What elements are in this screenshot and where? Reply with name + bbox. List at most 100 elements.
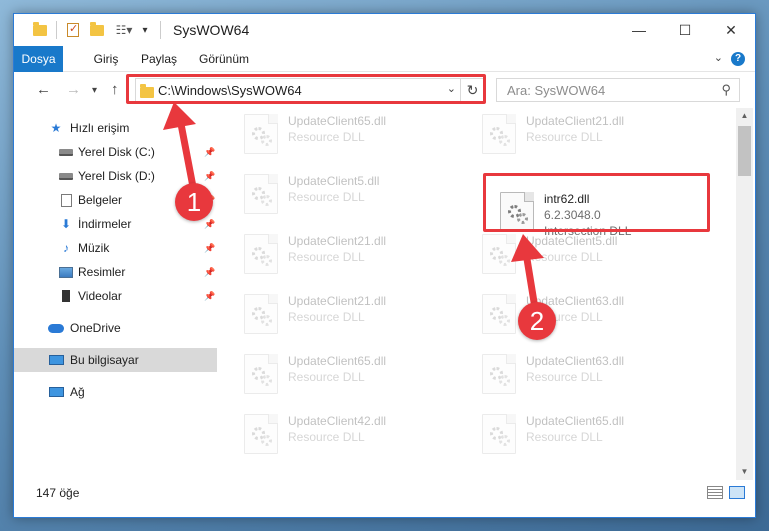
back-button[interactable]: ← — [36, 80, 51, 100]
file-item[interactable]: UpdateClient65.dll Resource DLL — [476, 408, 712, 464]
tab-gorunum[interactable]: Görünüm — [196, 46, 252, 72]
folder-icon[interactable] — [32, 21, 48, 38]
star-icon: ★ — [50, 121, 62, 135]
file-item[interactable]: UpdateClient65.dll Resource DLL — [238, 108, 474, 164]
sidebar-item-onedrive[interactable]: OneDrive — [14, 316, 217, 340]
pin-icon[interactable]: 📌 — [204, 219, 215, 230]
network-icon — [48, 385, 64, 399]
up-button[interactable]: ↑ — [111, 80, 119, 100]
sidebar-item-label: Müzik — [78, 241, 110, 255]
maximize-button[interactable]: ☐ — [662, 14, 708, 46]
dll-file-icon — [244, 234, 278, 274]
file-item[interactable]: UpdateClient5.dll Resource DLL — [238, 168, 474, 224]
pin-icon[interactable]: 📌 — [204, 147, 215, 158]
search-icon[interactable]: ⚲ — [721, 82, 731, 98]
sidebar-item-muzik[interactable]: ♪ Müzik 📌 — [14, 236, 217, 260]
file-item[interactable]: UpdateClient5.dll Resource DLL — [476, 228, 712, 284]
file-type: Resource DLL — [288, 370, 365, 384]
file-name: UpdateClient65.dll — [288, 354, 387, 368]
file-type: Resource DLL — [288, 130, 365, 144]
file-item[interactable]: UpdateClient21.dll Resource DLL — [238, 288, 474, 344]
file-item[interactable]: UpdateClient42.dll Resource DLL — [238, 408, 474, 464]
navigation-pane: ★ Hızlı erişim Yerel Disk (C:) 📌 Yerel D… — [14, 108, 217, 480]
close-button[interactable]: ✕ — [708, 14, 754, 46]
sidebar-item-resimler[interactable]: Resimler 📌 — [14, 260, 217, 284]
file-item[interactable]: UpdateClient63.dll Resource DLL — [476, 288, 712, 344]
pin-icon[interactable]: 📌 — [204, 267, 215, 278]
view-options-icon[interactable]: ☷▾ — [111, 22, 137, 38]
file-type: Resource DLL — [288, 310, 365, 324]
properties-icon[interactable] — [65, 22, 81, 38]
status-bar: 147 öğe — [14, 480, 755, 517]
window-title: SysWOW64 — [173, 22, 250, 38]
file-item[interactable]: UpdateClient21.dll Resource DLL — [238, 228, 474, 284]
recent-locations-button[interactable]: ▾ — [92, 81, 97, 101]
dll-file-icon — [244, 294, 278, 334]
videos-icon — [58, 289, 74, 303]
file-highlight-box — [483, 173, 710, 232]
callout-badge-1: 1 — [175, 183, 213, 221]
tab-dosya[interactable]: Dosya — [14, 46, 63, 72]
documents-icon — [58, 193, 74, 207]
sidebar-item-hizli-erisim[interactable]: ★ Hızlı erişim — [14, 116, 217, 140]
sidebar-item-bu-bilgisayar[interactable]: Bu bilgisayar — [14, 348, 217, 372]
ribbon-tabs: Dosya Giriş Paylaş Görünüm ⌄ ? — [14, 46, 755, 72]
toolbar-divider — [56, 21, 57, 39]
title-bar: ☷▾ ▾ SysWOW64 — ☐ ✕ — [14, 14, 755, 46]
dll-file-icon — [482, 414, 516, 454]
computer-icon — [48, 353, 64, 367]
minimize-button[interactable]: — — [616, 14, 662, 46]
pin-icon[interactable]: 📌 — [204, 171, 215, 182]
cloud-icon — [48, 321, 64, 335]
help-icon[interactable]: ? — [731, 52, 745, 66]
search-input[interactable]: Ara: SysWOW64 ⚲ — [496, 78, 740, 102]
file-type: Resource DLL — [288, 190, 365, 204]
dll-file-icon — [244, 174, 278, 214]
file-type: Resource DLL — [288, 430, 365, 444]
file-item[interactable]: UpdateClient21.dll Resource DLL — [476, 108, 712, 164]
callout-badge-2: 2 — [518, 302, 556, 340]
file-type: Resource DLL — [288, 250, 365, 264]
sidebar-item-label: Belgeler — [78, 193, 123, 207]
dll-file-icon — [482, 354, 516, 394]
music-icon: ♪ — [63, 241, 69, 255]
file-name: UpdateClient21.dll — [526, 114, 625, 128]
file-name: UpdateClient21.dll — [288, 234, 387, 248]
sidebar-item-ag[interactable]: Ağ — [14, 380, 217, 404]
file-name: UpdateClient65.dll — [526, 414, 625, 428]
vertical-scrollbar[interactable]: ▲ ▼ — [736, 108, 753, 480]
sidebar-item-label: OneDrive — [70, 321, 121, 335]
sidebar-item-label: Ağ — [70, 385, 85, 399]
sidebar-item-label: Yerel Disk (C:) — [78, 145, 155, 159]
forward-button[interactable]: → — [66, 80, 81, 100]
new-folder-icon[interactable] — [89, 21, 105, 38]
explorer-window: ☷▾ ▾ SysWOW64 — ☐ ✕ Dosya Giriş Paylaş G… — [13, 13, 756, 518]
scroll-thumb[interactable] — [738, 126, 751, 176]
search-placeholder: Ara: SysWOW64 — [507, 83, 606, 98]
file-item[interactable]: UpdateClient63.dll Resource DLL — [476, 348, 712, 404]
ribbon-expand-icon[interactable]: ⌄ — [714, 51, 723, 64]
pin-icon[interactable]: 📌 — [204, 291, 215, 302]
file-name: UpdateClient42.dll — [288, 414, 387, 428]
dll-file-icon — [244, 114, 278, 154]
pin-icon[interactable]: 📌 — [204, 243, 215, 254]
dll-file-icon — [244, 354, 278, 394]
tab-paylas[interactable]: Paylaş — [138, 46, 180, 72]
scroll-down-icon[interactable]: ▼ — [736, 464, 753, 480]
details-view-icon[interactable] — [707, 486, 723, 499]
tab-giris[interactable]: Giriş — [86, 46, 126, 72]
file-list: UpdateClient65.dll Resource DLL UpdateCl… — [218, 108, 736, 480]
sidebar-item-label: Yerel Disk (D:) — [78, 169, 155, 183]
sidebar-item-videolar[interactable]: Videolar 📌 — [14, 284, 217, 308]
file-type: Resource DLL — [526, 130, 603, 144]
toolbar-divider — [160, 21, 161, 39]
dll-file-icon — [482, 234, 516, 274]
scroll-up-icon[interactable]: ▲ — [736, 108, 753, 124]
sidebar-item-yerel-disk-c[interactable]: Yerel Disk (C:) 📌 — [14, 140, 217, 164]
customize-toolbar-button[interactable]: ▾ — [139, 22, 151, 38]
disk-icon — [58, 145, 74, 159]
large-icons-view-icon[interactable] — [729, 486, 745, 499]
file-type: Resource DLL — [526, 250, 603, 264]
file-name: UpdateClient5.dll — [526, 234, 618, 248]
file-item[interactable]: UpdateClient65.dll Resource DLL — [238, 348, 474, 404]
